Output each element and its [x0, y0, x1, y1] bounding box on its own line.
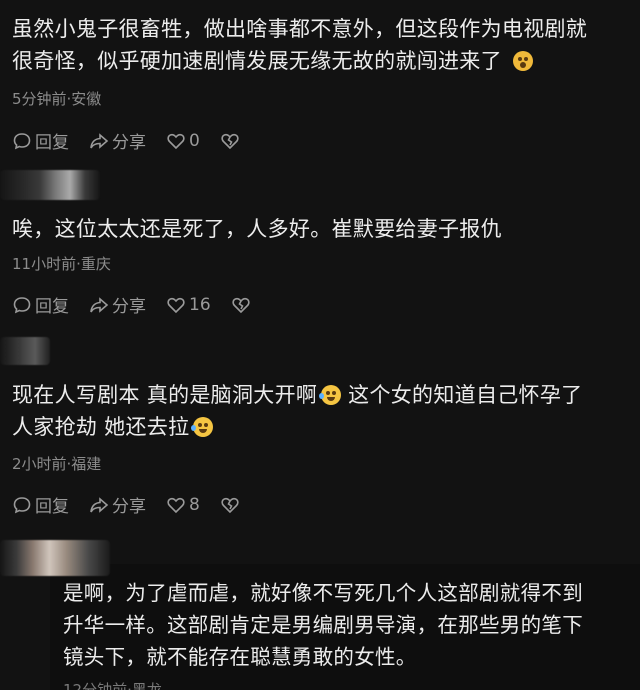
- comment-text-line: 虽然小鬼子很畜牲，做出啥事都不意外，但这段作为电视剧就: [12, 17, 588, 41]
- share-icon: [90, 496, 109, 513]
- dislike-button[interactable]: [231, 295, 254, 315]
- like-heart-icon: [167, 133, 185, 149]
- reply-label: 回复: [35, 497, 69, 517]
- comment-actions: 回复 分享 8: [12, 492, 263, 517]
- avatar[interactable]: [0, 170, 100, 200]
- comment-text-line: 唉，这位太太还是死了，人多好。崔默要给妻子报仇: [12, 217, 502, 241]
- comment-text-line: 是啊，为了虐而虐，就好像不写死几个人这部剧就得不到: [63, 581, 583, 605]
- avatar[interactable]: [0, 540, 110, 576]
- comment-text-line: 很奇怪，似乎硬加速剧情发展无缘无故的就闯进来了: [12, 49, 502, 73]
- comment-text-line: 这个女的知道自己怀孕了: [341, 383, 583, 407]
- dislike-heart-icon: [232, 297, 250, 313]
- share-button[interactable]: 分享: [89, 492, 146, 517]
- avatar[interactable]: [0, 337, 50, 365]
- dislike-button[interactable]: [220, 131, 243, 151]
- reply-button[interactable]: 回复: [12, 492, 69, 517]
- comment-text: 现在人写剧本 真的是脑洞大开啊 这个女的知道自己怀孕了 人家抢劫 她还去拉: [12, 379, 637, 443]
- reply-label: 回复: [35, 133, 69, 153]
- like-button[interactable]: 8: [166, 495, 200, 515]
- share-label: 分享: [112, 297, 146, 317]
- dislike-heart-icon: [221, 133, 239, 149]
- reply-label: 回复: [35, 297, 69, 317]
- comment-meta: 5分钟前·安徽: [12, 90, 102, 108]
- share-label: 分享: [112, 497, 146, 517]
- reply-icon: [13, 496, 31, 513]
- like-heart-icon: [167, 497, 185, 513]
- like-heart-icon: [167, 297, 185, 313]
- comment-meta: 2小时前·福建: [12, 455, 102, 473]
- comment-actions: 回复 分享 16: [12, 292, 274, 317]
- laughing-emoji-icon: [191, 417, 214, 437]
- reply-comment-meta: 12分钟前·黑龙: [63, 681, 162, 690]
- reply-icon: [13, 132, 31, 149]
- comment-text: 虽然小鬼子很畜牲，做出啥事都不意外，但这段作为电视剧就 很奇怪，似乎硬加速剧情发…: [12, 13, 637, 77]
- like-count: 8: [189, 494, 200, 515]
- dislike-button[interactable]: [220, 495, 243, 515]
- comment-meta: 11小时前·重庆: [12, 255, 111, 273]
- comment-text-line: 升华一样。这部剧肯定是男编剧男导演，在那些男的笔下: [63, 613, 583, 637]
- like-button[interactable]: 16: [166, 295, 211, 315]
- share-icon: [90, 132, 109, 149]
- reply-icon: [13, 296, 31, 313]
- shocked-emoji-icon: [512, 51, 533, 71]
- dislike-heart-icon: [221, 497, 239, 513]
- comment-actions: 回复 分享 0: [12, 128, 263, 153]
- laughing-emoji-icon: [319, 385, 342, 405]
- share-label: 分享: [112, 133, 146, 153]
- share-icon: [90, 296, 109, 313]
- reply-button[interactable]: 回复: [12, 292, 69, 317]
- like-button[interactable]: 0: [166, 131, 200, 151]
- comment-text-line: 现在人写剧本 真的是脑洞大开啊: [12, 383, 318, 407]
- like-count: 16: [189, 294, 211, 315]
- share-button[interactable]: 分享: [89, 128, 146, 153]
- share-button[interactable]: 分享: [89, 292, 146, 317]
- comment-text-line: 镜头下，就不能存在聪慧勇敢的女性。: [63, 645, 417, 669]
- comment-text: 唉，这位太太还是死了，人多好。崔默要给妻子报仇: [12, 213, 637, 245]
- comment-text-line: 人家抢劫 她还去拉: [12, 415, 190, 439]
- reply-button[interactable]: 回复: [12, 128, 69, 153]
- reply-comment-text: 是啊，为了虐而虐，就好像不写死几个人这部剧就得不到 升华一样。这部剧肯定是男编剧…: [63, 577, 638, 673]
- like-count: 0: [189, 130, 200, 151]
